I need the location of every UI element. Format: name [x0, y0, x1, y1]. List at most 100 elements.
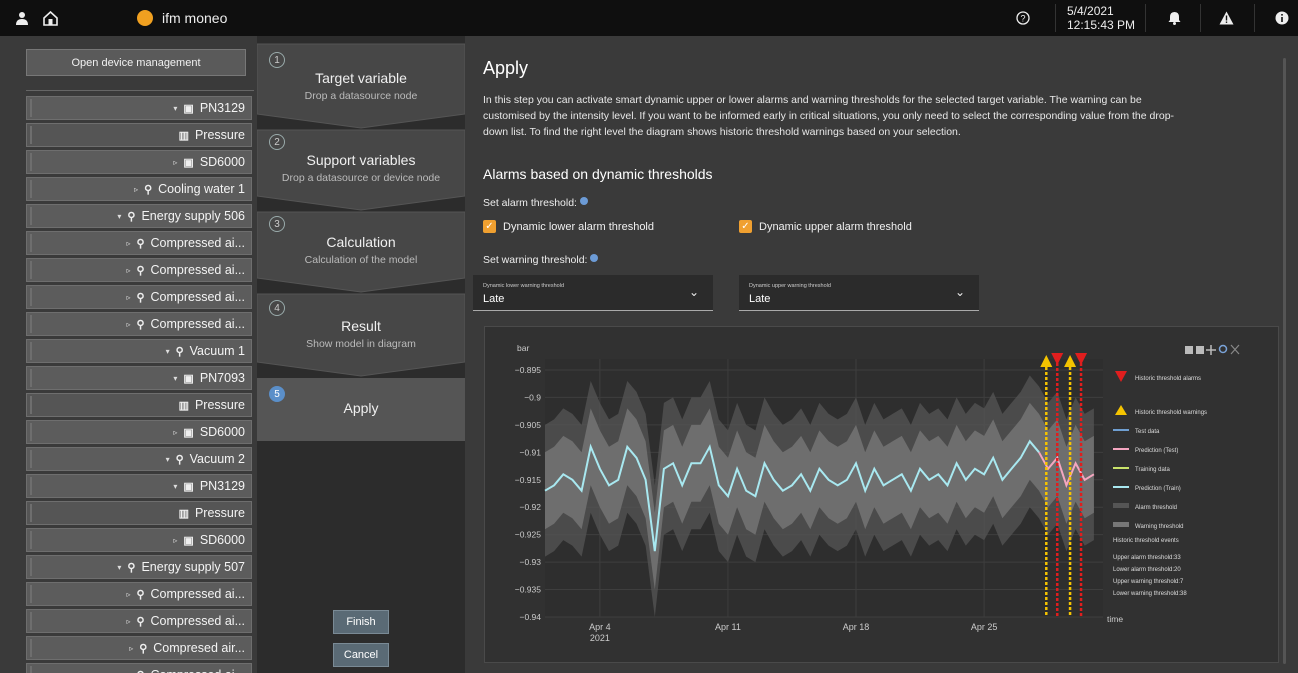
tree-item[interactable]: ▹⚲Compressed ai...: [26, 258, 252, 282]
info-icon[interactable]: [590, 254, 599, 262]
tree-item-label: Compressed ai...: [150, 614, 245, 628]
y-tick-label: −0.925: [515, 530, 542, 540]
expand-arrow-icon[interactable]: ▹: [173, 158, 177, 167]
collapse-arrow-icon[interactable]: ▾: [173, 482, 177, 491]
y-tick-label: −0.9: [524, 392, 541, 402]
expand-arrow-icon[interactable]: ▹: [129, 644, 133, 653]
sidebar-divider: [26, 90, 254, 91]
tree-item[interactable]: ▾ ⚲ Energy supply 507: [26, 555, 252, 579]
step-4[interactable]: 4 Result Show model in diagram: [257, 292, 465, 378]
tree-item[interactable]: ▾ ▣ PN3129: [26, 96, 252, 120]
tree-item-label: Cooling water 1: [158, 182, 245, 196]
tree-guide: [30, 585, 32, 603]
collapse-arrow-icon[interactable]: ▾: [173, 104, 177, 113]
device-icon: ▣: [183, 534, 194, 547]
tree-item[interactable]: ▹ ⚲ Compresed air...: [26, 636, 252, 660]
open-device-management-button[interactable]: Open device management: [26, 49, 246, 76]
tree-item-label: PN3129: [199, 479, 245, 493]
tree-item[interactable]: ▹⚲Compressed ai...: [26, 609, 252, 633]
device-icon: ▣: [183, 102, 194, 115]
expand-arrow-icon[interactable]: ▹: [173, 536, 177, 545]
collapse-arrow-icon[interactable]: ▾: [166, 347, 170, 356]
warning-icon[interactable]: [1212, 0, 1240, 36]
upper-alarm-checkbox[interactable]: ✓: [739, 220, 752, 233]
lower-warning-threshold-select[interactable]: Dynamic lower warning threshold Late ⌄: [473, 275, 713, 311]
y-tick-label: −0.91: [519, 447, 541, 457]
device-icon: ▣: [183, 426, 194, 439]
info-icon[interactable]: [1270, 0, 1294, 36]
step-3[interactable]: 3 Calculation Calculation of the model: [257, 208, 465, 294]
step-5[interactable]: 5 Apply: [257, 378, 465, 464]
event-count: Lower warning threshold:38: [1113, 591, 1187, 597]
set-alarm-threshold-label: Set alarm threshold:: [483, 197, 588, 209]
expand-arrow-icon[interactable]: ▹: [126, 266, 130, 275]
tree-item[interactable]: ▹⚲Compressed ai...: [26, 582, 252, 606]
tree-item[interactable]: ▥ Pressure: [26, 393, 252, 417]
finish-button[interactable]: Finish: [333, 610, 389, 634]
select-value: Late: [483, 293, 505, 305]
tree-item[interactable]: ▾ ⚲ Vacuum 2: [26, 447, 252, 471]
tree-guide: [30, 396, 32, 414]
info-icon[interactable]: [579, 197, 588, 205]
tree-guide: [30, 342, 32, 360]
tree-item[interactable]: ▹⚲Compressed ai...: [26, 231, 252, 255]
expand-arrow-icon[interactable]: ▹: [126, 239, 130, 248]
section-heading: Alarms based on dynamic thresholds: [483, 166, 713, 182]
set-warning-threshold-label: Set warning threshold:: [483, 254, 599, 266]
device-icon: ▣: [183, 372, 194, 385]
tree-guide: [30, 99, 32, 117]
collapse-arrow-icon[interactable]: ▾: [117, 212, 121, 221]
y-tick-label: −0.93: [519, 557, 541, 567]
tree-item[interactable]: ▹ ▣ SD6000: [26, 528, 252, 552]
expand-arrow-icon[interactable]: ▹: [134, 185, 138, 194]
expand-arrow-icon[interactable]: ▹: [126, 590, 130, 599]
tree-item[interactable]: ▹⚲Compressed ai...: [26, 285, 252, 309]
home-icon[interactable]: [36, 0, 64, 36]
tree-item[interactable]: ▹ ▣ SD6000: [26, 150, 252, 174]
legend-label: Historic threshold alarms: [1135, 376, 1201, 382]
expand-arrow-icon[interactable]: ▹: [126, 617, 130, 626]
lower-alarm-checkbox[interactable]: ✓: [483, 220, 496, 233]
lower-alarm-label: Dynamic lower alarm threshold: [503, 221, 654, 233]
tree-item[interactable]: ▥ Pressure: [26, 123, 252, 147]
tree-item[interactable]: ▹⚲Compressed ai...: [26, 312, 252, 336]
device-tree-sidebar: Open device management ▾ ▣ PN3129 ▥ Pressure…: [0, 36, 257, 673]
collapse-arrow-icon[interactable]: ▾: [117, 563, 121, 572]
select-caption: Dynamic upper warning threshold: [749, 283, 831, 289]
help-icon[interactable]: ?: [1011, 0, 1035, 36]
bell-icon[interactable]: [1160, 0, 1188, 36]
tree-guide: [30, 666, 32, 673]
scrollbar[interactable]: [1283, 58, 1286, 664]
collapse-arrow-icon[interactable]: ▾: [173, 374, 177, 383]
tree-item[interactable]: ▾ ▣ PN3129: [26, 474, 252, 498]
cancel-button[interactable]: Cancel: [333, 643, 389, 667]
page-title: Apply: [483, 58, 529, 78]
location-pin-icon: ⚲: [136, 669, 144, 673]
date-text: 5/4/2021: [1067, 4, 1114, 18]
tree-item[interactable]: ▾ ⚲ Energy supply 506: [26, 204, 252, 228]
expand-arrow-icon[interactable]: ▹: [126, 320, 130, 329]
x-tick-label: Apr 18: [843, 622, 870, 632]
expand-arrow-icon[interactable]: ▹: [126, 293, 130, 302]
legend-label: Alarm threshold: [1135, 505, 1177, 511]
tree-item-label: Compressed ai...: [150, 263, 245, 277]
location-pin-icon: ⚲: [139, 642, 148, 655]
tree-item[interactable]: ▹ ▣ SD6000: [26, 420, 252, 444]
tree-item[interactable]: ▾ ▣ PN7093: [26, 366, 252, 390]
collapse-arrow-icon[interactable]: ▾: [166, 455, 170, 464]
step-2[interactable]: 2 Support variables Drop a datasource or d…: [257, 126, 465, 212]
tree-item[interactable]: ▹ ⚲ Cooling water 1: [26, 177, 252, 201]
tree-item[interactable]: ▾ ⚲ Vacuum 1: [26, 339, 252, 363]
expand-arrow-icon[interactable]: ▹: [173, 428, 177, 437]
location-pin-icon: ⚲: [144, 183, 153, 196]
legend-label: Prediction (Test): [1135, 448, 1178, 454]
tree-item[interactable]: ▥ Pressure: [26, 501, 252, 525]
step-1[interactable]: 1 Target variable Drop a datasource node: [257, 44, 465, 130]
y-tick-label: −0.935: [515, 585, 542, 595]
top-bar: ifm moneo ? 5/4/2021 12:15:43 PM: [0, 0, 1298, 36]
reset-axes-icon: [1230, 344, 1240, 355]
upper-warning-threshold-select[interactable]: Dynamic upper warning threshold Late ⌄: [739, 275, 979, 311]
user-icon[interactable]: [10, 0, 34, 36]
x-tick-label: Apr 25: [971, 622, 998, 632]
tree-item[interactable]: ▹⚲Compressed ai...: [26, 663, 252, 673]
